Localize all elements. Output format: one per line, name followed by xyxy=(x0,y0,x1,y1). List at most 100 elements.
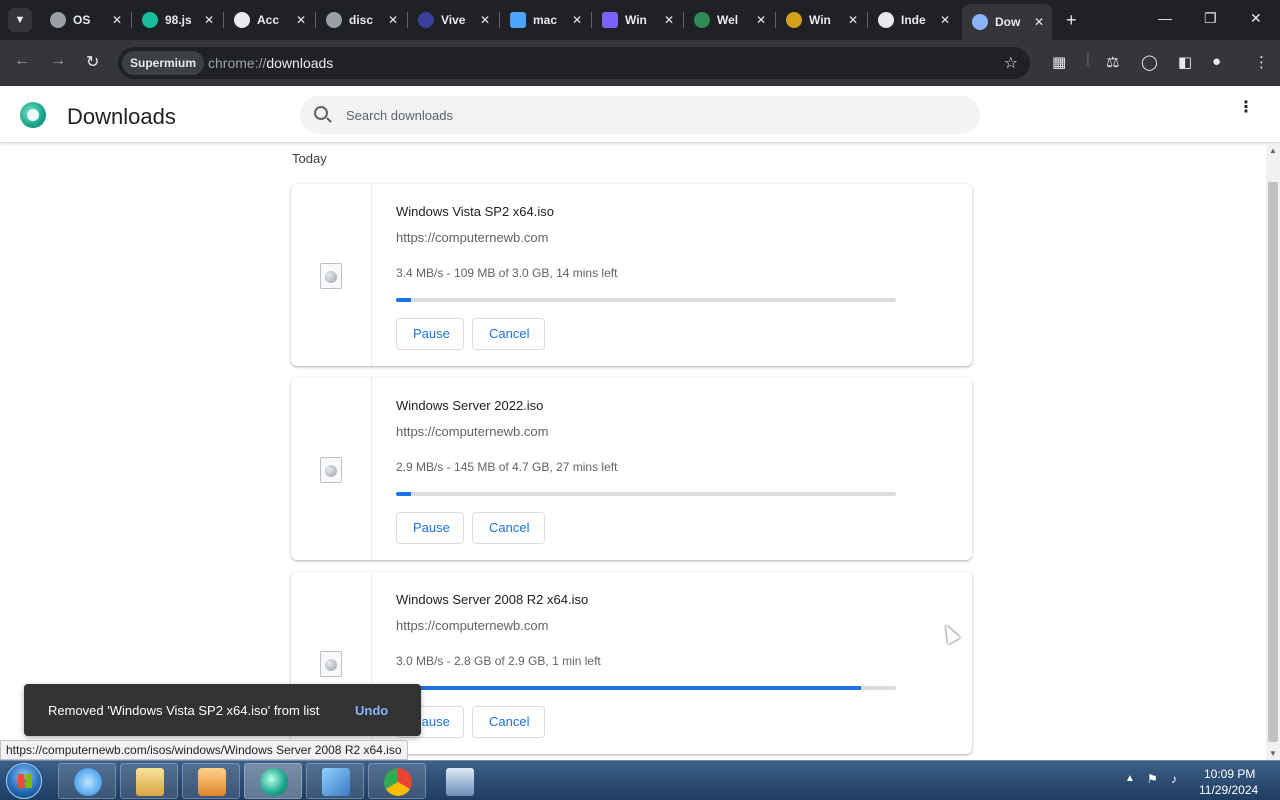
globe-icon xyxy=(50,12,66,28)
download-item: Windows Vista SP2 x64.iso https://comput… xyxy=(291,184,972,366)
taskbar-supermium[interactable] xyxy=(244,763,302,799)
tab-title: Win xyxy=(809,13,831,27)
restore-button[interactable]: ❐ xyxy=(1204,10,1217,27)
taskbar-network[interactable] xyxy=(430,763,488,799)
start-button[interactable] xyxy=(6,763,42,799)
tab[interactable]: Inde ✕ xyxy=(868,6,958,34)
tab[interactable]: Wel ✕ xyxy=(684,6,774,34)
file-explorer-icon xyxy=(136,768,164,796)
tab[interactable]: Vive ✕ xyxy=(408,6,498,34)
close-icon[interactable]: ✕ xyxy=(756,13,766,27)
more-actions-icon[interactable]: ⋮ xyxy=(1238,100,1254,116)
close-icon[interactable]: ✕ xyxy=(1034,15,1044,29)
tab[interactable]: OS ✕ xyxy=(40,6,130,34)
taskbar-chrome[interactable] xyxy=(368,763,426,799)
tab[interactable]: mac ✕ xyxy=(500,6,590,34)
github-icon xyxy=(878,12,894,28)
taskbar-control-panel[interactable] xyxy=(306,763,364,799)
download-progress-icon[interactable]: ◯ xyxy=(1141,53,1158,71)
file-name[interactable]: Windows Server 2008 R2 x64.iso xyxy=(396,592,588,607)
page-title: Downloads xyxy=(67,104,176,129)
extensions-icon[interactable]: ▦ xyxy=(1052,53,1066,71)
close-icon[interactable]: ✕ xyxy=(296,13,306,27)
file-name[interactable]: Windows Server 2022.iso xyxy=(396,398,543,413)
progress-fill xyxy=(396,492,411,496)
page-scrollbar[interactable]: ▲ ▼ xyxy=(1266,144,1280,760)
url-host: downloads xyxy=(266,55,334,71)
tab-title: Vive xyxy=(441,13,466,27)
supermium-icon xyxy=(260,768,288,796)
tab[interactable]: Win ✕ xyxy=(776,6,866,34)
pause-button[interactable]: Pause xyxy=(396,318,464,350)
tab-title: Dow xyxy=(995,15,1021,29)
file-icon-column xyxy=(291,184,372,366)
bookmark-star-icon[interactable]: ☆ xyxy=(1004,53,1018,73)
side-panel-icon[interactable]: ◧ xyxy=(1178,53,1192,71)
close-icon[interactable]: ✕ xyxy=(664,13,674,27)
control-panel-icon xyxy=(322,768,350,796)
close-icon[interactable]: ✕ xyxy=(848,13,858,27)
scroll-down-arrow-icon[interactable]: ▼ xyxy=(1269,749,1277,758)
scroll-thumb[interactable] xyxy=(1268,182,1278,742)
url-text[interactable]: chrome://downloads xyxy=(208,55,333,71)
file-source-url[interactable]: https://computernewb.com xyxy=(396,424,548,439)
internet-explorer-icon xyxy=(74,768,102,796)
windows-taskbar: ▲ ⚑ ♪ 10:09 PM 11/29/2024 xyxy=(0,760,1280,800)
cancel-button[interactable]: Cancel xyxy=(472,706,545,738)
close-window-button[interactable]: ✕ xyxy=(1250,10,1262,27)
clock-date[interactable]: 11/29/2024 xyxy=(1199,783,1258,797)
downloads-header: Downloads ⋮ xyxy=(0,86,1280,143)
progress-bar xyxy=(396,686,896,690)
tab[interactable]: disc ✕ xyxy=(316,6,406,34)
mac-icon xyxy=(510,12,526,28)
new-tab-button[interactable]: + xyxy=(1066,10,1077,31)
close-icon[interactable]: ✕ xyxy=(480,13,490,27)
close-icon[interactable]: ✕ xyxy=(112,13,122,27)
cancel-button[interactable]: Cancel xyxy=(472,512,545,544)
close-icon[interactable]: ✕ xyxy=(572,13,582,27)
close-icon[interactable]: ✕ xyxy=(388,13,398,27)
profile-avatar-icon[interactable]: ● xyxy=(1212,53,1221,70)
file-source-url[interactable]: https://computernewb.com xyxy=(396,618,548,633)
tab-active-downloads[interactable]: Dow ✕ xyxy=(962,4,1052,40)
minimize-button[interactable]: — xyxy=(1158,10,1172,26)
close-icon[interactable]: ✕ xyxy=(204,13,214,27)
reload-button[interactable]: ↻ xyxy=(86,52,99,72)
search-box[interactable] xyxy=(300,96,980,134)
tab[interactable]: Win ✕ xyxy=(592,6,682,34)
pause-button[interactable]: Pause xyxy=(396,512,464,544)
labs-flask-icon[interactable]: ⚖ xyxy=(1106,53,1119,71)
action-center-flag-icon[interactable]: ⚑ xyxy=(1147,772,1163,788)
downloads-list: Today Windows Vista SP2 x64.iso https://… xyxy=(0,144,1266,760)
github-icon xyxy=(234,12,250,28)
cancel-button[interactable]: Cancel xyxy=(472,318,545,350)
tab-title: 98.js xyxy=(165,13,192,27)
tab[interactable]: Acc ✕ xyxy=(224,6,314,34)
download-status: 2.9 MB/s - 145 MB of 4.7 GB, 27 mins lef… xyxy=(396,460,618,474)
browser-menu-icon[interactable]: ⋮ xyxy=(1254,53,1269,71)
clock-time[interactable]: 10:09 PM xyxy=(1204,767,1255,781)
volume-muted-icon[interactable]: ♪ xyxy=(1171,772,1187,788)
undo-button[interactable]: Undo xyxy=(355,703,388,718)
close-icon[interactable]: ✕ xyxy=(940,13,950,27)
taskbar-file-explorer[interactable] xyxy=(120,763,178,799)
search-icon[interactable] xyxy=(314,106,328,120)
link-status-bubble: https://computernewb.com/isos/windows/Wi… xyxy=(0,740,408,760)
scroll-up-arrow-icon[interactable]: ▲ xyxy=(1269,146,1277,155)
forward-button[interactable]: → xyxy=(50,52,66,70)
file-name[interactable]: Windows Vista SP2 x64.iso xyxy=(396,204,554,219)
address-bar[interactable]: Supermium chrome://downloads ☆ xyxy=(118,47,1030,79)
media-player-icon xyxy=(198,768,226,796)
url-scheme: chrome:// xyxy=(208,55,267,71)
taskbar-internet-explorer[interactable] xyxy=(58,763,116,799)
taskbar-media-player[interactable] xyxy=(182,763,240,799)
show-hidden-icons-arrow[interactable]: ▲ xyxy=(1125,773,1135,784)
file-source-url[interactable]: https://computernewb.com xyxy=(396,230,548,245)
tab-search-button[interactable]: ▼ xyxy=(8,8,32,32)
chrome-icon xyxy=(384,768,412,796)
tab-title: Inde xyxy=(901,13,926,27)
profile-chip[interactable]: Supermium xyxy=(122,51,205,75)
back-button[interactable]: ← xyxy=(14,52,30,70)
tab[interactable]: 98.js ✕ xyxy=(132,6,222,34)
search-input[interactable] xyxy=(346,105,946,125)
